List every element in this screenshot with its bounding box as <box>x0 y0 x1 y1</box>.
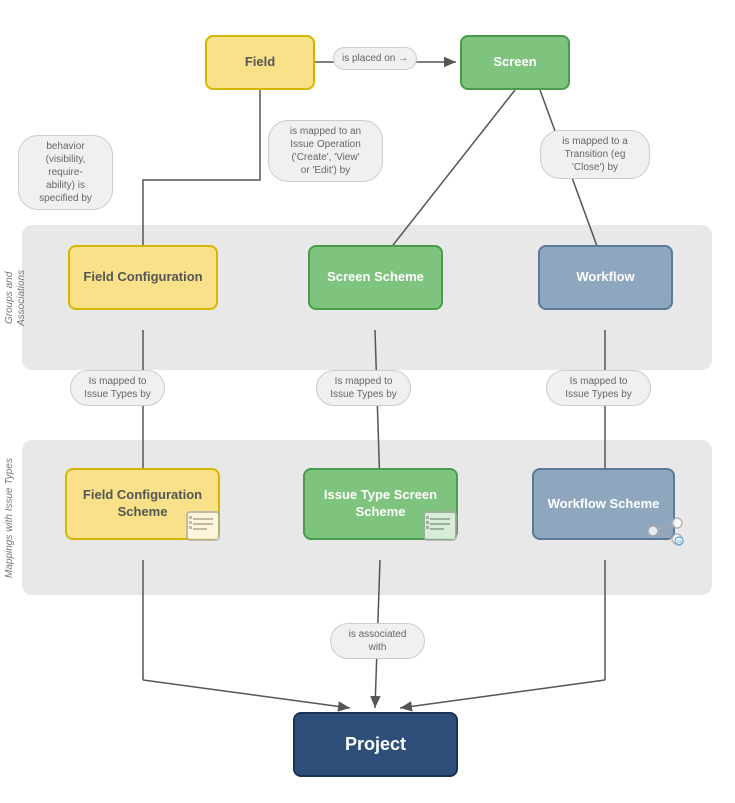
behavior-label: behavior(visibility, require-ability) is… <box>18 135 113 210</box>
groups-label: Groups and Associations <box>4 248 28 348</box>
field-box: Field <box>205 35 315 90</box>
ss-mapped-label: Is mapped toIssue Types by <box>316 370 411 406</box>
workflow-box: Workflow <box>538 245 673 310</box>
is-placed-on-label: is placed on → <box>333 47 417 70</box>
field-configuration-box: Field Configuration <box>68 245 218 310</box>
screen-box: Screen <box>460 35 570 90</box>
wf-mapped-label: Is mapped toIssue Types by <box>546 370 651 406</box>
project-box: Project <box>293 712 458 777</box>
fc-mapped-label: Is mapped toIssue Types by <box>70 370 165 406</box>
is-associated-label: is associatedwith <box>330 623 425 659</box>
mapped-operation-label: is mapped to anIssue Operation('Create',… <box>268 120 383 182</box>
svg-text:⚙: ⚙ <box>676 539 682 547</box>
screen-scheme-box: Screen Scheme <box>308 245 443 310</box>
workflow-icon: ⚙ <box>645 515 685 554</box>
list-icon-itss <box>422 510 458 550</box>
mapped-transition-label: is mapped to aTransition (eg'Close') by <box>540 130 650 179</box>
list-icon-fc <box>185 510 221 550</box>
diagram-container: Groups and Associations Mappings with Is… <box>0 0 735 803</box>
mappings-label: Mappings with Issue Types <box>4 458 16 578</box>
